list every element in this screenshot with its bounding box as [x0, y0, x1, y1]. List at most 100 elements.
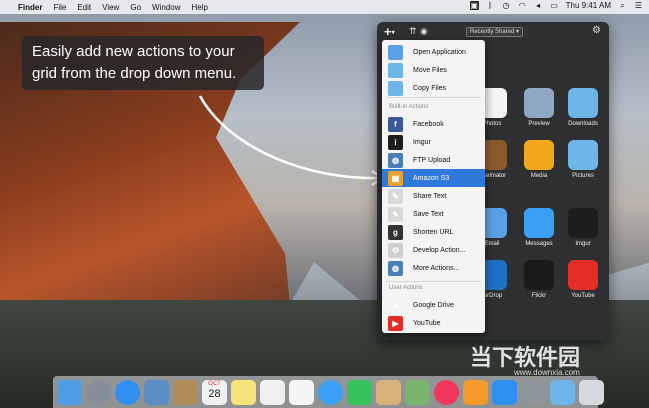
music-icon[interactable] — [434, 379, 459, 405]
trash-icon[interactable] — [579, 379, 604, 405]
menu-item-ftp-upload[interactable]: ◍ FTP Upload — [382, 151, 485, 169]
menu-separator — [386, 281, 481, 282]
flickr-icon — [524, 260, 554, 290]
books-icon[interactable] — [376, 379, 401, 405]
menu-item-develop-action[interactable]: ⚙ Develop Action... — [382, 241, 485, 259]
menu-item-label: Facebook — [413, 120, 444, 128]
menu-edit[interactable]: Edit — [77, 3, 91, 12]
menu-item-amazon-s3[interactable]: ▦ Amazon S3 — [382, 169, 485, 187]
builtin-section-header: Built-in Actions — [389, 104, 429, 110]
menu-item-label: Google Drive — [413, 301, 454, 309]
menu-file[interactable]: File — [53, 3, 66, 12]
watermark-url: www.downxia.com — [514, 368, 580, 377]
youtube-icon: ▶ — [388, 315, 403, 331]
grid-action-youtube[interactable]: YouTube — [561, 260, 605, 299]
grid-action-media[interactable]: Media — [517, 140, 561, 179]
contacts-icon[interactable] — [173, 379, 198, 405]
launchpad-icon[interactable] — [86, 379, 111, 405]
menu-item-label: Share Text — [413, 192, 447, 200]
menu-item-label: Move Files — [413, 66, 447, 74]
wifi-icon[interactable]: ◠ — [518, 1, 527, 10]
menu-finder[interactable]: Finder — [18, 3, 42, 12]
menu-clock[interactable]: Thu 9:41 AM — [566, 1, 611, 10]
grid-action-label: Messages — [525, 241, 553, 247]
system-preferences-icon[interactable] — [521, 379, 546, 405]
facebook-icon: f — [388, 116, 403, 132]
amazon-s3-icon: ▦ — [388, 170, 403, 186]
menu-separator — [386, 97, 481, 98]
menu-item-shorten-url[interactable]: g Shorten URL — [382, 223, 485, 241]
battery-icon[interactable]: ▭ — [550, 1, 559, 10]
clock-icon[interactable]: ◷ — [502, 1, 511, 10]
recent-icon[interactable]: ⇈ — [409, 26, 417, 37]
menu-item-imgur[interactable]: i Imgur — [382, 133, 485, 151]
grid-action-label: Media — [530, 173, 548, 179]
menu-item-youtube[interactable]: ▶ YouTube — [382, 314, 485, 332]
finder-icon[interactable] — [57, 379, 82, 405]
settings-gear-icon[interactable]: ⚙ — [592, 25, 601, 36]
menu-item-move-files[interactable]: Move Files — [382, 61, 485, 79]
menu-item-open-application[interactable]: Open Application — [382, 43, 485, 61]
grid-action-flickr[interactable]: Flickr — [517, 260, 561, 299]
grid-action-imgur[interactable]: Imgur — [561, 208, 605, 247]
menu-item-more-actions[interactable]: ◍ More Actions... — [382, 259, 485, 277]
downloads-folder-icon[interactable] — [550, 379, 575, 405]
menu-item-copy-files[interactable]: Copy Files — [382, 79, 485, 97]
mail-stamp-icon[interactable] — [144, 379, 169, 405]
menu-item-save-text[interactable]: ✎ Save Text — [382, 205, 485, 223]
more-actions-icon: ◍ — [388, 260, 403, 276]
photos-icon[interactable] — [289, 379, 314, 405]
downloads-icon — [568, 88, 598, 118]
safari-icon[interactable] — [115, 379, 140, 405]
grid-action-label: Preview — [528, 121, 550, 127]
copy-files-icon — [388, 80, 403, 96]
list-icon[interactable]: ☰ — [634, 1, 643, 10]
add-action-button[interactable]: +▾ — [384, 24, 395, 39]
menu-help[interactable]: Help — [191, 3, 207, 12]
search-icon[interactable]: ⌕ — [618, 1, 627, 10]
grid-action-pictures[interactable]: Pictures — [561, 140, 605, 179]
menu-item-label: Save Text — [413, 210, 444, 218]
menu-item-label: Copy Files — [413, 84, 447, 92]
app-status-icon[interactable]: ▣ — [469, 1, 479, 10]
grid-action-messages[interactable]: Messages — [517, 208, 561, 247]
volume-icon[interactable]: ◂ — [534, 1, 543, 10]
reminders-icon[interactable] — [260, 379, 285, 405]
grid-action-preview[interactable]: Preview — [517, 88, 561, 127]
tip-callout: Easily add new actions to your grid from… — [22, 36, 264, 90]
menu-bar: Finder File Edit View Go Window Help ▣ ᛒ… — [0, 0, 649, 14]
bluetooth-icon[interactable]: ᛒ — [486, 1, 495, 10]
menu-window[interactable]: Window — [152, 3, 180, 12]
move-files-icon — [388, 62, 403, 78]
shorten-url-icon: g — [388, 224, 403, 240]
imgur-icon: i — [388, 134, 403, 150]
menu-go[interactable]: Go — [130, 3, 141, 12]
menu-item-label: YouTube — [413, 319, 441, 327]
app-store-icon[interactable] — [492, 379, 517, 405]
tip-line-1: Easily add new actions to your — [32, 43, 235, 60]
maps-icon[interactable] — [405, 379, 430, 405]
messages-icon[interactable] — [318, 379, 343, 405]
grid-action-downloads[interactable]: Downloads — [561, 88, 605, 127]
youtube-icon — [568, 260, 598, 290]
calendar-icon[interactable]: OCT 28 — [202, 379, 227, 405]
menu-item-facebook[interactable]: f Facebook — [382, 115, 485, 133]
dock: OCT 28 — [53, 376, 604, 408]
open-application-icon — [388, 44, 403, 60]
menu-view[interactable]: View — [102, 3, 119, 12]
media-icon — [524, 140, 554, 170]
menu-item-share-text[interactable]: ✎ Share Text — [382, 187, 485, 205]
menu-item-label: Imgur — [413, 138, 431, 146]
recently-shared-dropdown[interactable]: Recently Shared ▾ — [466, 27, 523, 37]
ibooks-icon[interactable] — [463, 379, 488, 405]
target-icon[interactable]: ◉ — [420, 26, 428, 37]
menu-item-google-drive[interactable]: ▲ Google Drive — [382, 296, 485, 314]
menu-item-label: More Actions... — [413, 264, 460, 272]
facetime-icon[interactable] — [347, 379, 372, 405]
save-text-icon: ✎ — [388, 206, 403, 222]
tip-arrow-icon — [198, 95, 385, 187]
messages-icon — [524, 208, 554, 238]
pictures-icon — [568, 140, 598, 170]
google-drive-icon: ▲ — [388, 297, 403, 313]
notes-icon[interactable] — [231, 379, 256, 405]
